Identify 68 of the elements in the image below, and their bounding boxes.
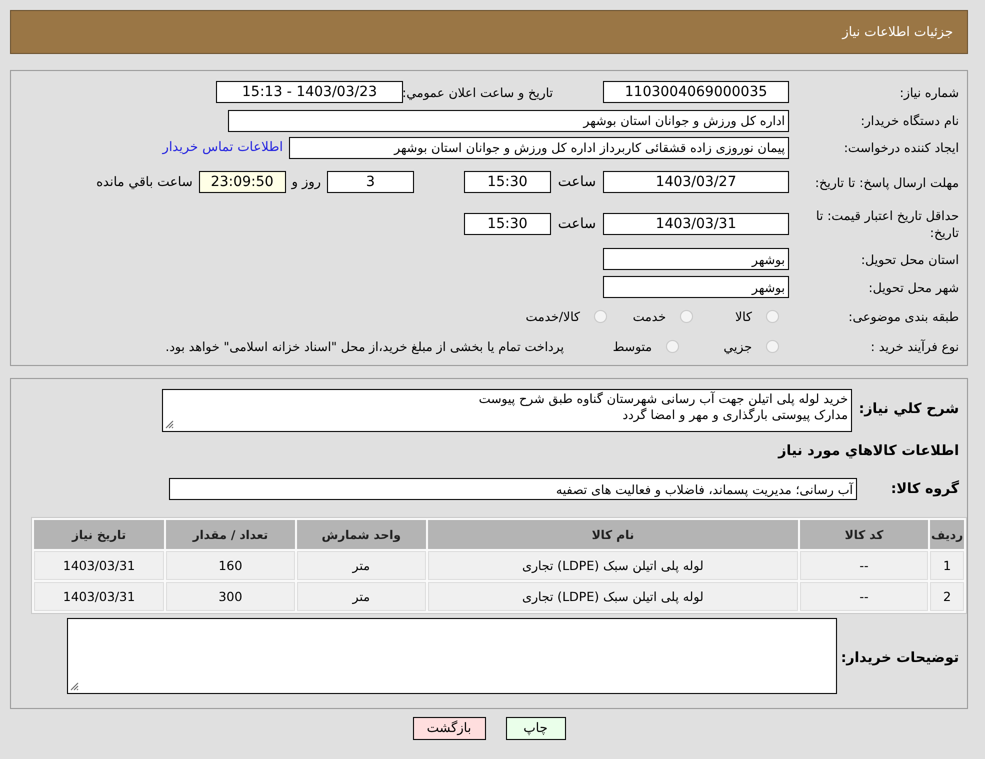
announce-date-field: 1403/03/23 - 15:13 xyxy=(216,81,403,103)
column-header: کد کالا xyxy=(800,520,928,549)
column-header: تاریخ نیاز xyxy=(34,520,164,549)
page-title: جزئیات اطلاعات نیاز xyxy=(842,24,953,40)
column-header: رديف xyxy=(930,520,964,549)
province-field: بوشهر xyxy=(603,248,789,270)
radio-button[interactable] xyxy=(666,340,679,352)
field-label: مهلت ارسال پاسخ: تا تاریخ: xyxy=(814,174,960,190)
remaining-time-field: 23:09:50 xyxy=(198,171,286,193)
time-label: ساعت xyxy=(558,216,596,232)
days-field: 3 xyxy=(326,171,414,193)
city-field: بوشهر xyxy=(603,276,789,298)
back-button[interactable]: بازگشت xyxy=(412,717,486,740)
field-label: استان محل تحویل: xyxy=(860,250,960,268)
field-label: نام دستگاه خریدار: xyxy=(860,112,960,129)
field-label: طبقه بندی موضوعی: xyxy=(847,308,960,324)
field-label: توضیحات خریدار: xyxy=(840,649,960,667)
table-cell: 2 xyxy=(930,582,964,611)
table-cell: متر xyxy=(296,551,426,580)
table-cell: 300 xyxy=(166,582,295,611)
reply-time-field: 15:30 xyxy=(464,171,551,193)
buyer-field: اداره کل ورزش و جوانان استان بوشهر xyxy=(228,110,789,132)
field-label: گروه کالا: xyxy=(890,480,960,498)
table-cell: لوله پلی اتیلن سبک (LDPE) تجاری xyxy=(428,582,798,611)
need-number-field: 1103004069000035 xyxy=(603,81,789,103)
section-title: اطلاعات كالاهاي مورد نياز xyxy=(776,442,960,460)
validity-time-field: 15:30 xyxy=(464,213,551,235)
column-header: واحد شمارش xyxy=(296,520,426,549)
print-button[interactable]: چاپ xyxy=(506,717,566,740)
radio-label: جزيي xyxy=(723,338,752,354)
field-label: شرح كلي نياز: xyxy=(858,400,960,418)
validity-date-field: 1403/03/31 xyxy=(603,213,789,235)
buyer-notes-field[interactable] xyxy=(67,618,837,694)
creator-field: پیمان نوروزی زاده قشقائی کاربرداز اداره کل ورزش و جوانان استان بوشهر xyxy=(289,136,789,158)
table-cell: 1 xyxy=(930,551,964,580)
field-label: حداقل تاریخ اعتبار قیمت: تا تاریخ: xyxy=(814,207,960,241)
radio-button[interactable] xyxy=(766,340,779,352)
table-cell: -- xyxy=(800,582,928,611)
table-cell: 1403/03/31 xyxy=(34,582,164,611)
buyer-contact-link[interactable]: اطلاعات تماس خریدار xyxy=(162,140,283,155)
field-label: شماره نیاز: xyxy=(898,84,960,100)
field-label: شهر محل تحویل: xyxy=(868,278,960,296)
radio-label: خدمت xyxy=(632,308,666,324)
resize-grip-icon[interactable] xyxy=(165,420,174,429)
time-label: ساعت xyxy=(558,174,596,190)
column-header: نام کالا xyxy=(428,520,798,549)
table-cell: 160 xyxy=(166,551,295,580)
table-cell: متر xyxy=(296,582,426,611)
radio-button[interactable] xyxy=(594,310,607,322)
radio-button[interactable] xyxy=(766,310,779,322)
field-label: نوع فرآیند خرید : xyxy=(870,338,960,354)
table-cell: -- xyxy=(800,551,928,580)
reply-date-field: 1403/03/27 xyxy=(603,171,789,193)
radio-button[interactable] xyxy=(680,310,693,322)
column-header: تعداد / مقدار xyxy=(166,520,295,549)
table-cell: 1403/03/31 xyxy=(34,551,164,580)
radio-label: کالا/خدمت xyxy=(526,308,580,324)
goods-group-field: آب رسانی؛ مدیریت پسماند، فاضلاب و فعالیت های تصفیه xyxy=(169,478,857,500)
field-label: تاریخ و ساعت اعلان عمومي: xyxy=(403,84,554,100)
description-field[interactable]: خرید لوله پلی اتیلن جهت آب رسانی شهرستان گناوه طبق شرح پیوست مدارک پیوستی بارگذاری و مهر و امضا گردد xyxy=(162,389,852,432)
payment-note: پرداخت تمام یا بخشی از مبلغ خرید،از محل "اسناد خزانه اسلامی" خواهد بود. xyxy=(165,338,564,354)
days-label: روز و xyxy=(292,174,321,190)
radio-label: کالا xyxy=(735,308,752,324)
remaining-label: ساعت باقي مانده xyxy=(96,174,193,190)
field-label: ایجاد کننده درخواست: xyxy=(842,139,960,156)
resize-grip-icon[interactable] xyxy=(70,682,79,691)
radio-label: متوسط xyxy=(612,338,652,354)
table-cell: لوله پلی اتیلن سبک (LDPE) تجاری xyxy=(428,551,798,580)
